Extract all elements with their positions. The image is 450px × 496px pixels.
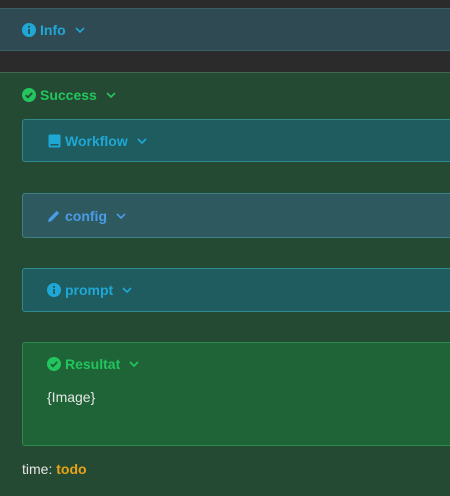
- result-section: Resultat {Image}: [22, 342, 450, 446]
- chevron-down-icon: [105, 89, 117, 101]
- info-header[interactable]: Info: [22, 22, 86, 38]
- chevron-down-icon: [115, 210, 127, 222]
- workflow-header[interactable]: Workflow: [47, 133, 148, 149]
- prompt-header[interactable]: prompt: [47, 282, 133, 298]
- chevron-down-icon: [128, 358, 140, 370]
- info-circle-icon: [22, 23, 36, 37]
- time-value: todo: [56, 461, 87, 477]
- chevron-down-icon: [136, 135, 148, 147]
- result-header[interactable]: Resultat: [47, 356, 140, 372]
- result-label: Resultat: [65, 356, 121, 372]
- time-line: time: todo: [22, 461, 87, 477]
- config-section: config: [22, 193, 450, 238]
- check-circle-icon: [47, 357, 61, 371]
- info-panel: Info: [0, 8, 450, 51]
- success-header[interactable]: Success: [22, 87, 117, 103]
- workflow-label: Workflow: [65, 133, 128, 149]
- success-label: Success: [40, 87, 97, 103]
- config-header[interactable]: config: [47, 208, 127, 224]
- book-icon: [47, 134, 61, 148]
- config-label: config: [65, 208, 107, 224]
- success-panel: Success Workflow config prompt Resultat …: [0, 72, 450, 496]
- workflow-section: Workflow: [22, 119, 450, 162]
- check-circle-icon: [22, 88, 36, 102]
- app-root: Info Success Workflow config prompt Resu…: [0, 0, 450, 496]
- pencil-icon: [47, 209, 61, 223]
- info-circle-icon: [47, 283, 61, 297]
- chevron-down-icon: [121, 284, 133, 296]
- result-content: {Image}: [47, 389, 96, 405]
- prompt-section: prompt: [22, 268, 450, 312]
- time-label: time:: [22, 461, 53, 477]
- prompt-label: prompt: [65, 282, 114, 298]
- chevron-down-icon: [74, 24, 86, 36]
- info-label: Info: [40, 22, 66, 38]
